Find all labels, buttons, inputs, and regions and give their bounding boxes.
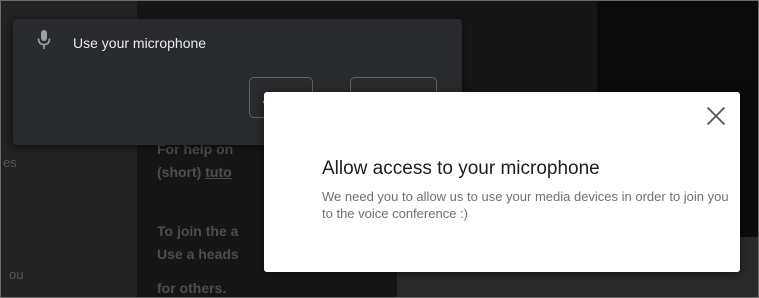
microphone-icon [37,30,51,49]
background-tutorial-prefix: (short) [157,164,206,180]
microphone-access-modal: Allow access to your microphone We need … [264,92,740,272]
background-join-text: To join the a [157,223,239,239]
modal-title: Allow access to your microphone [322,158,600,179]
screen-frame: es ou For help on (short) tuto To join t… [0,0,759,298]
background-tutorial-link[interactable]: tuto [205,164,231,180]
sidebar-text-fragment: es [3,155,17,170]
sidebar-text-fragment: ou [9,267,24,282]
background-headset-text: Use a heads [157,246,239,262]
close-icon[interactable] [704,104,728,128]
background-tutorial-line: (short) tuto [157,161,232,183]
permission-title: Use your microphone [73,35,207,51]
modal-body: We need you to allow us to use your medi… [322,189,729,221]
background-others-text: for others. [157,280,227,296]
